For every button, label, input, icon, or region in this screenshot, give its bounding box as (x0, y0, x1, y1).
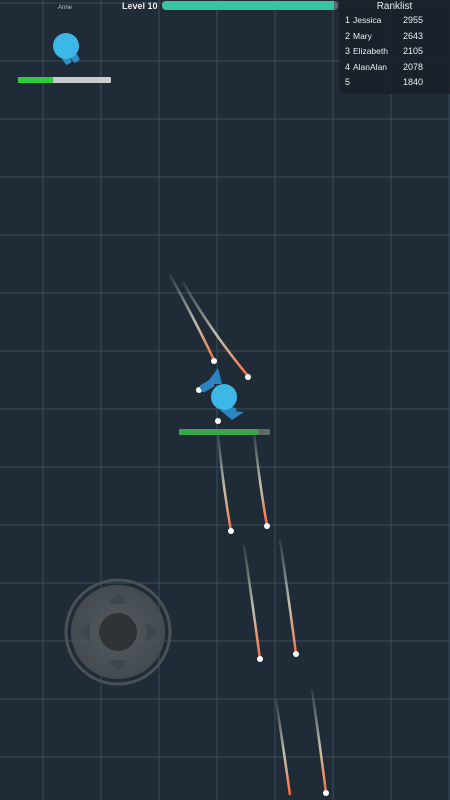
ranklist-title: Ranklist (376, 1, 413, 12)
rank-number: 1 (345, 15, 351, 25)
player-health-bar (179, 429, 270, 435)
rank-score: 2643 (403, 30, 424, 41)
rank-score: 2955 (403, 15, 424, 25)
rank-number: 3 (345, 46, 351, 56)
level-progress-bar (162, 1, 338, 10)
bullet (211, 358, 217, 364)
player-tank[interactable] (199, 368, 244, 420)
level-progress-fill (162, 1, 335, 10)
rank-player-name: Elizabeth (353, 46, 388, 56)
rank-row: 2 Mary 2643 (339, 29, 450, 45)
rank-row: 1 Jessica 2955 (339, 13, 450, 29)
bullet (264, 523, 270, 529)
rank-row: 5 1840 (339, 75, 450, 91)
rank-player-name: Mary (353, 30, 372, 41)
bullet (215, 418, 221, 424)
rank-row: 4 AlanAlan 2078 (339, 60, 450, 76)
joystick-knob (99, 613, 137, 651)
rank-number: 2 (345, 30, 351, 41)
bullets (196, 358, 329, 796)
rank-score: 1840 (403, 77, 424, 87)
bullet-trails (168, 274, 328, 796)
level-label: Level 10 (122, 1, 158, 11)
rank-number: 4 (345, 61, 351, 72)
bullet (245, 374, 251, 380)
enemy-name-label: Anne (57, 5, 72, 11)
rank-player-name: Jessica (353, 15, 382, 25)
joystick[interactable] (64, 578, 172, 686)
enemy-health-bar (18, 77, 111, 83)
bullet (257, 656, 263, 662)
rank-player-name: AlanAlan (353, 61, 388, 72)
bullet (228, 528, 234, 534)
bullet (293, 651, 299, 657)
bullet (323, 790, 329, 796)
rank-score: 2105 (403, 46, 424, 56)
ranklist-panel: Ranklist 1 Jessica 2955 2 Mary 2643 3 El… (339, 0, 450, 94)
rank-score: 2078 (403, 61, 424, 72)
rank-number: 5 (345, 77, 351, 87)
game-arena[interactable] (0, 0, 450, 800)
rank-row: 3 Elizabeth 2105 (339, 44, 450, 60)
